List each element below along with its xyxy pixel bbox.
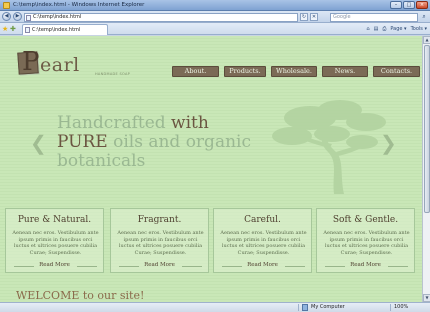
- hero-with: with: [171, 113, 209, 133]
- hero-line-3: botanicals: [57, 151, 146, 171]
- search-icon[interactable]: ⌕: [420, 13, 428, 21]
- minimize-button[interactable]: –: [390, 1, 402, 9]
- nav-wholesale[interactable]: Wholesale.: [271, 66, 317, 77]
- stop-icon[interactable]: ✕: [310, 13, 318, 21]
- address-toolbar: ◀ ▶ C:\temp\index.html ↻ ✕ Google ⌕: [0, 11, 430, 23]
- vertical-scrollbar[interactable]: ▲ ▼: [422, 36, 430, 302]
- read-more-link[interactable]: Read More: [111, 262, 208, 268]
- forward-button[interactable]: ▶: [13, 12, 22, 21]
- print-icon[interactable]: ⎙: [381, 25, 387, 33]
- address-input[interactable]: C:\temp\index.html: [24, 12, 298, 22]
- home-icon[interactable]: ⌂: [365, 25, 370, 33]
- add-favorites-icon[interactable]: ✚: [10, 25, 16, 33]
- scroll-thumb[interactable]: [424, 45, 430, 213]
- hero-line-1: Handcrafted with: [57, 114, 209, 132]
- logo-text[interactable]: earl: [40, 55, 80, 75]
- status-separator: [298, 304, 299, 311]
- card-text: Aenean nec eros. Vestibulum ante ipsum p…: [117, 230, 204, 256]
- address-actions: ↻ ✕: [300, 13, 318, 21]
- status-bar: My Computer 100%: [0, 302, 430, 312]
- favorites-star-icon[interactable]: ★: [2, 25, 8, 33]
- logo-tagline: HANDMADE SOAP: [95, 72, 131, 76]
- hero-oils: oils and organic: [107, 132, 251, 152]
- feature-card-careful: Careful. Aenean nec eros. Vestibulum ant…: [213, 208, 312, 273]
- feature-card-fragrant: Fragrant. Aenean nec eros. Vestibulum an…: [110, 208, 209, 273]
- window-title: C:\temp\index.html - Windows Internet Ex…: [13, 2, 145, 8]
- card-title: Soft & Gentle.: [332, 215, 399, 225]
- address-text: C:\temp\index.html: [33, 13, 82, 20]
- computer-zone-icon: [302, 304, 308, 311]
- page-menu[interactable]: Page ▾: [389, 25, 407, 33]
- scroll-up-icon[interactable]: ▲: [423, 36, 430, 44]
- command-bar: ⌂ ▤ ⎙ Page ▾ Tools ▾: [365, 25, 428, 33]
- page-viewport: P earl HANDMADE SOAP About. Products. Wh…: [0, 36, 422, 302]
- nav-about[interactable]: About.: [172, 66, 219, 77]
- page-icon: [26, 14, 31, 21]
- tab-label: C:\temp\index.html: [32, 27, 81, 33]
- tab-current[interactable]: C:\temp\index.html: [22, 24, 108, 35]
- zoom-level[interactable]: 100%: [394, 304, 408, 311]
- card-text: Aenean nec eros. Vestibulum ante ipsum p…: [323, 230, 410, 256]
- window-titlebar: C:\temp\index.html - Windows Internet Ex…: [0, 0, 430, 11]
- tools-menu[interactable]: Tools ▾: [410, 25, 428, 33]
- hero-line-2: PURE oils and organic: [57, 133, 251, 151]
- feature-card-pure: Pure & Natural. Aenean nec eros. Vestibu…: [5, 208, 104, 273]
- card-title: Fragrant.: [137, 215, 182, 225]
- feature-card-soft: Soft & Gentle. Aenean nec eros. Vestibul…: [316, 208, 415, 273]
- hero-handcrafted: Handcrafted: [57, 113, 172, 133]
- logo-initial[interactable]: P: [22, 48, 40, 76]
- status-separator: [390, 304, 391, 311]
- read-more-link[interactable]: Read More: [6, 262, 103, 268]
- feeds-icon[interactable]: ▤: [373, 25, 380, 33]
- card-text: Aenean nec eros. Vestibulum ante ipsum p…: [12, 230, 99, 256]
- bonsai-tree-icon: [272, 100, 386, 194]
- maximize-button[interactable]: □: [403, 1, 415, 9]
- card-text: Aenean nec eros. Vestibulum ante ipsum p…: [220, 230, 307, 256]
- scroll-down-icon[interactable]: ▼: [423, 294, 430, 302]
- read-more-link[interactable]: Read More: [214, 262, 311, 268]
- search-input[interactable]: Google: [330, 12, 418, 22]
- read-more-link[interactable]: Read More: [317, 262, 414, 268]
- card-title: Careful.: [244, 215, 281, 225]
- carousel-prev-arrow[interactable]: ❮: [30, 133, 47, 153]
- tab-bar: ★ ✚ C:\temp\index.html ⌂ ▤ ⎙ Page ▾ Tool…: [0, 23, 430, 35]
- nav-contacts[interactable]: Contacts.: [373, 66, 420, 77]
- close-button[interactable]: ×: [416, 1, 428, 9]
- ie-icon: [3, 1, 10, 9]
- main-nav: About. Products. Wholesale. News. Contac…: [172, 66, 420, 77]
- hero-pure: PURE: [57, 132, 108, 152]
- back-button[interactable]: ◀: [2, 12, 11, 21]
- nav-news[interactable]: News.: [322, 66, 368, 77]
- nav-products[interactable]: Products.: [224, 66, 266, 77]
- tab-page-icon: [25, 27, 30, 33]
- carousel-next-arrow[interactable]: ❯: [380, 133, 397, 153]
- refresh-icon[interactable]: ↻: [300, 13, 308, 21]
- window-controls: – □ ×: [390, 1, 428, 9]
- security-zone: My Computer: [311, 304, 345, 310]
- welcome-heading: WELCOME to our site!: [16, 289, 145, 302]
- card-title: Pure & Natural.: [17, 215, 92, 225]
